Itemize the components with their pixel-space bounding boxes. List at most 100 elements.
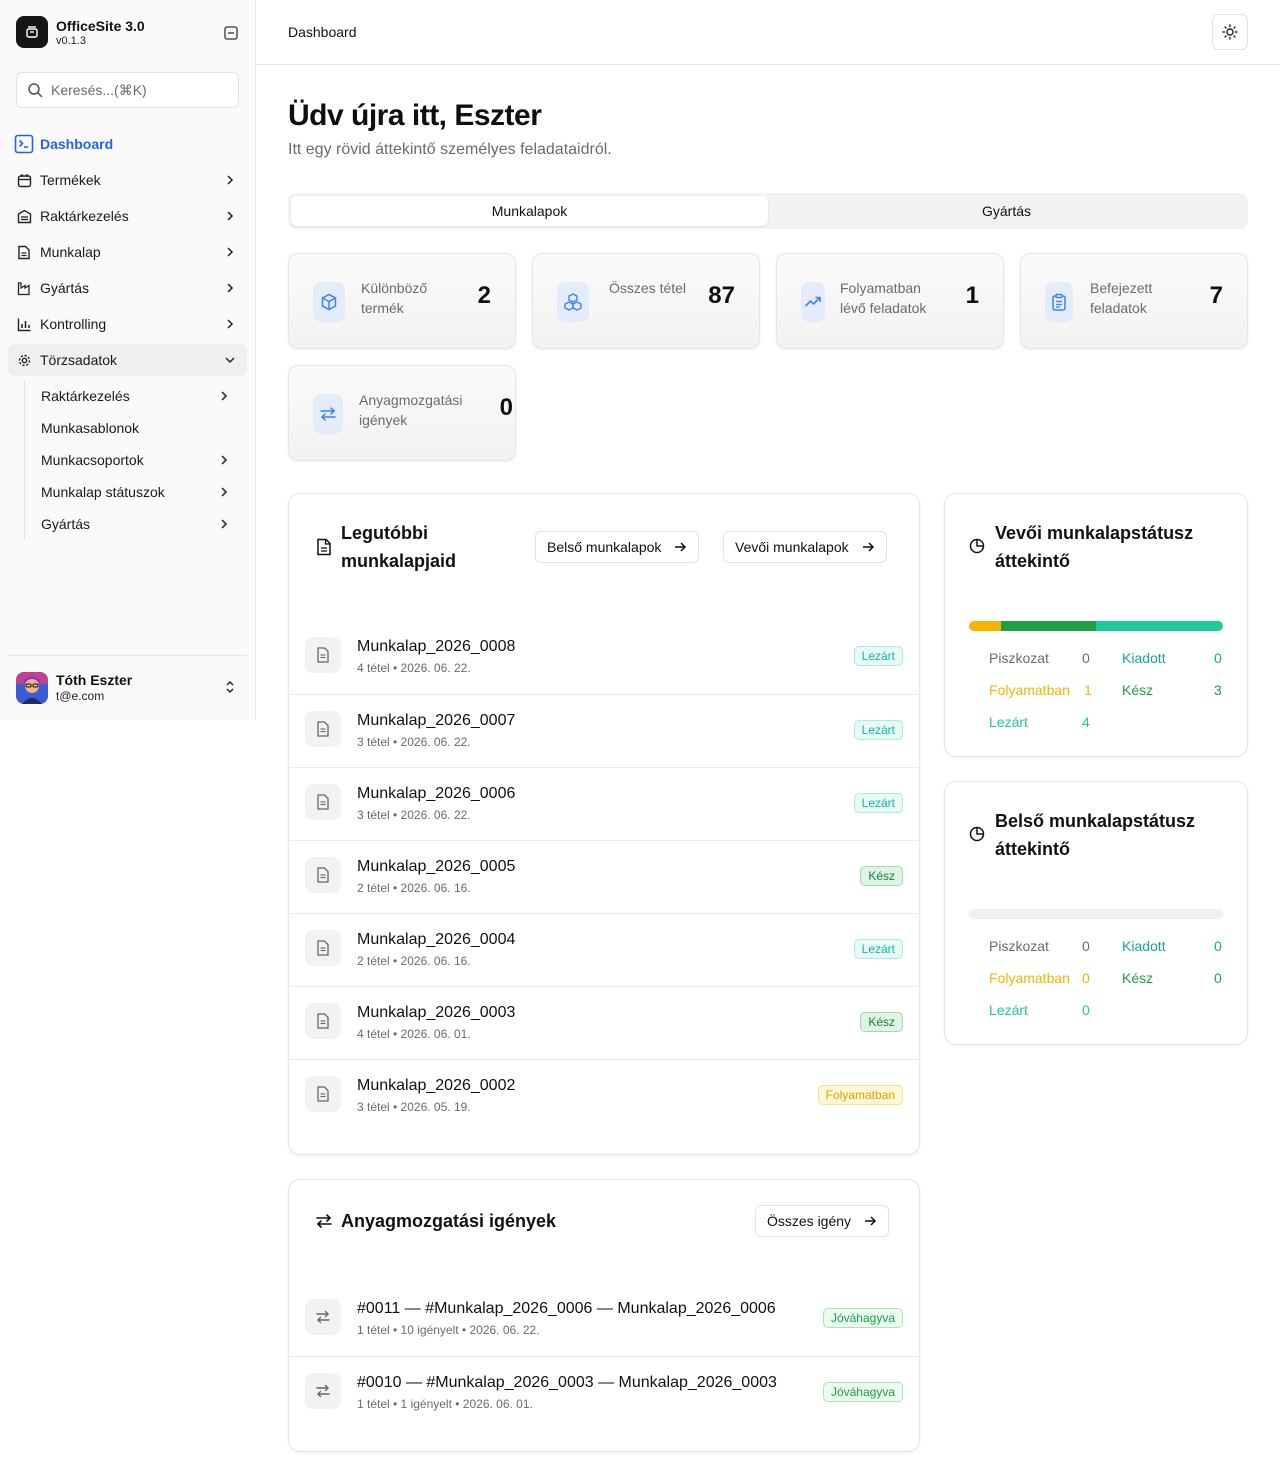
internal-worksheets-button[interactable]: Belső munkalapok — [535, 531, 700, 563]
row-title: Munkalap_2026_0002 — [357, 1077, 516, 1094]
arrow-left-right-icon — [316, 1310, 330, 1324]
status-label-piszkozat: Piszkozat — [989, 650, 1049, 666]
stat-label: Különböző termék — [361, 280, 428, 316]
stat-value: 7 — [1209, 282, 1223, 309]
user-menu[interactable]: Tóth Eszter t@e.com — [8, 655, 247, 704]
sidebar-item-termekek[interactable]: Termékek — [8, 164, 247, 196]
internal-status-card: Belső munkalapstátusz áttekintő Piszkoza… — [944, 781, 1248, 1045]
row-title: #0010 — #Munkalap_2026_0003 — Munkalap_2… — [357, 1374, 777, 1391]
list-item[interactable]: Munkalap_2026_0004 2 tétel • 2026. 06. 16… — [289, 913, 919, 986]
row-title: Munkalap_2026_0007 — [357, 712, 516, 729]
arrow-left-right-icon — [313, 394, 343, 434]
sidebar-item-kontrolling[interactable]: Kontrolling — [8, 308, 247, 340]
subnav-item-gyartas[interactable]: Gyártás — [33, 508, 239, 540]
row-icon — [305, 857, 341, 893]
search-input[interactable] — [51, 82, 221, 98]
list-item[interactable]: Munkalap_2026_0003 4 tétel • 2026. 06. 01… — [289, 986, 919, 1059]
status-bar-segment — [1000, 621, 1096, 631]
status-bar-segment — [1096, 621, 1223, 631]
status-progress-bar — [969, 621, 1223, 631]
list-item[interactable]: #0011 — #Munkalap_2026_0006 — Munkalap_2… — [289, 1283, 919, 1356]
sidebar-item-torzsadatok[interactable]: Törzsadatok — [8, 344, 247, 376]
status-label-kiadott: Kiadott — [1122, 938, 1166, 954]
trending-up-icon — [801, 282, 825, 322]
subnav-item-munkasablonok[interactable]: Munkasablonok — [33, 412, 239, 444]
status-count-kiadott: 0 — [1214, 650, 1222, 666]
all-requests-button[interactable]: Összes igény — [755, 1205, 890, 1237]
pie-chart-icon — [969, 538, 985, 554]
arrow-right-icon — [865, 1216, 877, 1226]
file-icon — [317, 794, 329, 810]
row-subtitle: 3 tétel • 2026. 06. 22. — [357, 735, 471, 749]
status-badge: Kész — [860, 1012, 903, 1032]
row-icon — [305, 637, 341, 673]
status-label-kesz: Kész — [1122, 682, 1154, 698]
status-count-kesz: 0 — [1214, 970, 1222, 986]
tab-munkalapok[interactable]: Munkalapok — [291, 196, 768, 226]
arrow-left-right-icon — [316, 1384, 330, 1398]
row-icon — [305, 784, 341, 820]
pie-chart-icon — [969, 826, 985, 842]
breadcrumb[interactable]: Dashboard — [288, 24, 357, 40]
chevron-down-icon — [225, 357, 235, 364]
file-icon — [317, 1013, 329, 1029]
arrow-right-icon — [862, 542, 874, 552]
customer-worksheets-button[interactable]: Vevői munkalapok — [723, 531, 887, 563]
sidebar-item-label: Törzsadatok — [40, 352, 118, 368]
search-icon — [28, 83, 43, 98]
row-icon — [305, 930, 341, 966]
sidebar-item-raktarkezeles[interactable]: Raktárkezelés — [8, 200, 247, 232]
list-item[interactable]: Munkalap_2026_0008 4 tétel • 2026. 06. 22… — [289, 621, 919, 694]
sidebar-item-label: Kontrolling — [40, 316, 107, 332]
brand[interactable]: OfficeSite 3.0 v0.1.3 — [16, 16, 145, 48]
card-title: Legutóbbi munkalapjaid — [341, 523, 457, 571]
stat-label: Összes tétel — [609, 280, 687, 296]
sidebar-item-gyartas[interactable]: Gyártás — [8, 272, 247, 304]
box-icon — [16, 172, 32, 188]
button-label: Összes igény — [767, 1213, 852, 1229]
row-title: Munkalap_2026_0005 — [357, 858, 516, 875]
card-title: Vevői munkalapstátusz áttekintő — [995, 523, 1194, 571]
search-box[interactable] — [16, 72, 239, 108]
row-subtitle: 3 tétel • 2026. 06. 22. — [357, 808, 471, 822]
subnav-item-label: Munkasablonok — [41, 420, 140, 436]
subnav-item-raktarkezeles[interactable]: Raktárkezelés — [33, 380, 239, 412]
subnav-item-label: Munkacsoportok — [41, 452, 144, 468]
terminal-icon — [14, 134, 34, 154]
status-bar-segment — [969, 621, 1001, 631]
chevron-right-icon — [221, 455, 228, 465]
stat-label: Anyagmozgatási igények — [359, 392, 463, 428]
subnav-item-munkalap-statuszok[interactable]: Munkalap státuszok — [33, 476, 239, 508]
status-count-lezart: 4 — [1082, 714, 1090, 730]
subnav-item-munkacsoportok[interactable]: Munkacsoportok — [33, 444, 239, 476]
list-item[interactable]: #0010 — #Munkalap_2026_0003 — Munkalap_2… — [289, 1356, 919, 1429]
stat-card-material-requests: Anyagmozgatási igények 0 — [288, 365, 516, 461]
sidebar-toggle-icon[interactable] — [222, 24, 240, 42]
list-item[interactable]: Munkalap_2026_0007 3 tétel • 2026. 06. 22… — [289, 694, 919, 767]
list-item[interactable]: Munkalap_2026_0002 3 tétel • 2026. 05. 19… — [289, 1059, 919, 1132]
sidebar-item-label: Termékek — [40, 172, 101, 188]
list-item[interactable]: Munkalap_2026_0006 3 tétel • 2026. 06. 22… — [289, 767, 919, 840]
button-label: Belső munkalapok — [547, 539, 662, 555]
status-progress-bar — [969, 909, 1223, 919]
sun-icon — [1222, 24, 1238, 40]
row-icon — [305, 1003, 341, 1039]
sidebar-item-dashboard[interactable]: Dashboard — [8, 128, 247, 160]
row-icon — [305, 1299, 341, 1335]
page-title: Üdv újra itt, Eszter — [288, 99, 542, 132]
row-subtitle: 4 tétel • 2026. 06. 01. — [357, 1027, 471, 1041]
list-item[interactable]: Munkalap_2026_0005 2 tétel • 2026. 06. 16… — [289, 840, 919, 913]
chevron-right-icon — [227, 283, 234, 293]
row-subtitle: 4 tétel • 2026. 06. 22. — [357, 661, 471, 675]
recent-worksheets-card: Legutóbbi munkalapjaid Belső munkalapok … — [288, 493, 920, 1155]
status-label-piszkozat: Piszkozat — [989, 938, 1049, 954]
tab-gyartas[interactable]: Gyártás — [768, 196, 1245, 226]
status-count-folyamatban: 0 — [1082, 970, 1090, 986]
chevron-right-icon — [227, 211, 234, 221]
file-icon — [317, 940, 329, 956]
theme-toggle-button[interactable] — [1212, 14, 1248, 50]
row-subtitle: 3 tétel • 2026. 05. 19. — [357, 1100, 471, 1114]
sidebar-item-munkalap[interactable]: Munkalap — [8, 236, 247, 268]
file-icon — [317, 1086, 329, 1102]
row-title: Munkalap_2026_0008 — [357, 638, 516, 655]
